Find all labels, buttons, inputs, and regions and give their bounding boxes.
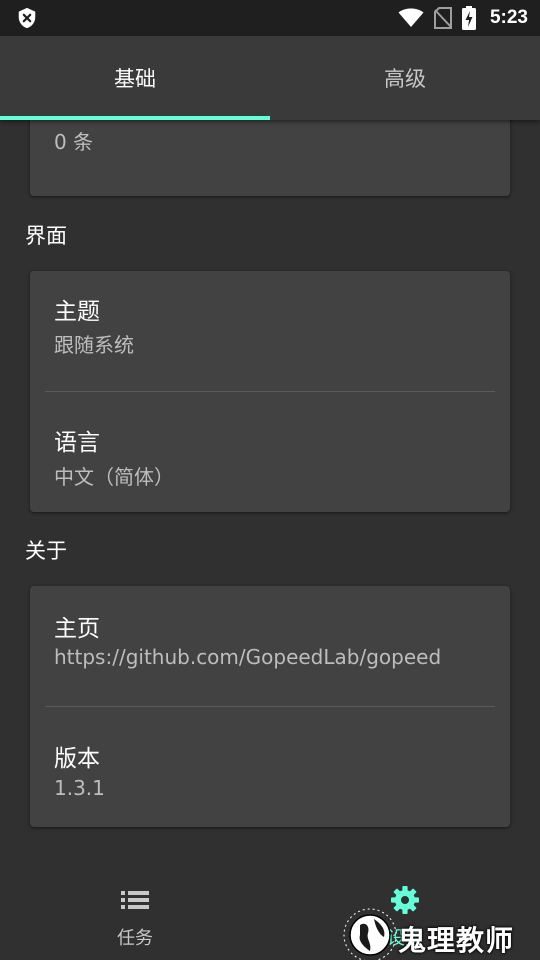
setting-item-theme[interactable]: 主题 跟随系统	[30, 271, 510, 391]
shield-x-icon	[18, 7, 36, 29]
interface-card: 主题 跟随系统 语言 中文（简体）	[30, 271, 510, 512]
previous-card: 0 条	[30, 120, 510, 196]
section-header-interface: 界面	[25, 224, 67, 248]
homepage-url: https://github.com/GopeedLab/gopeed	[54, 645, 442, 669]
status-bar: 5:23	[0, 0, 540, 36]
about-card: 主页 https://github.com/GopeedLab/gopeed 版…	[30, 586, 510, 827]
nav-tasks[interactable]: 任务	[0, 860, 270, 960]
watermark: 鬼理教师	[340, 905, 540, 960]
language-value: 中文（简体）	[54, 465, 174, 489]
top-tab-bar: 基础 高级	[0, 36, 540, 120]
watermark-text: 鬼理教师	[398, 924, 515, 957]
version-value: 1.3.1	[54, 776, 105, 800]
wifi-icon	[398, 8, 424, 27]
globe-logo-icon	[343, 908, 396, 960]
tab-advanced-label: 高级	[384, 67, 426, 91]
no-sim-icon	[433, 7, 452, 29]
battery-charging-icon	[461, 6, 476, 30]
tab-indicator	[0, 116, 270, 120]
status-time: 5:23	[489, 7, 528, 28]
homepage-title: 主页	[54, 616, 100, 642]
list-icon	[121, 891, 149, 909]
theme-value: 跟随系统	[54, 333, 134, 357]
setting-item-homepage[interactable]: 主页 https://github.com/GopeedLab/gopeed	[30, 586, 510, 706]
version-title: 版本	[54, 746, 100, 772]
tab-basic-label: 基础	[114, 67, 156, 91]
language-title: 语言	[54, 430, 100, 456]
status-icons: 5:23	[398, 0, 528, 36]
theme-title: 主题	[54, 299, 100, 325]
nav-tasks-label: 任务	[117, 928, 153, 949]
settings-content[interactable]: 0 条 界面 主题 跟随系统 语言 中文（简体） 关于 主页 https://g…	[0, 120, 540, 860]
tab-basic[interactable]: 基础	[0, 36, 270, 120]
setting-item-version[interactable]: 版本 1.3.1	[30, 707, 510, 827]
section-header-about: 关于	[25, 539, 67, 563]
previous-card-value: 0 条	[54, 130, 94, 154]
tab-advanced[interactable]: 高级	[270, 36, 540, 120]
setting-item-language[interactable]: 语言 中文（简体）	[30, 392, 510, 512]
